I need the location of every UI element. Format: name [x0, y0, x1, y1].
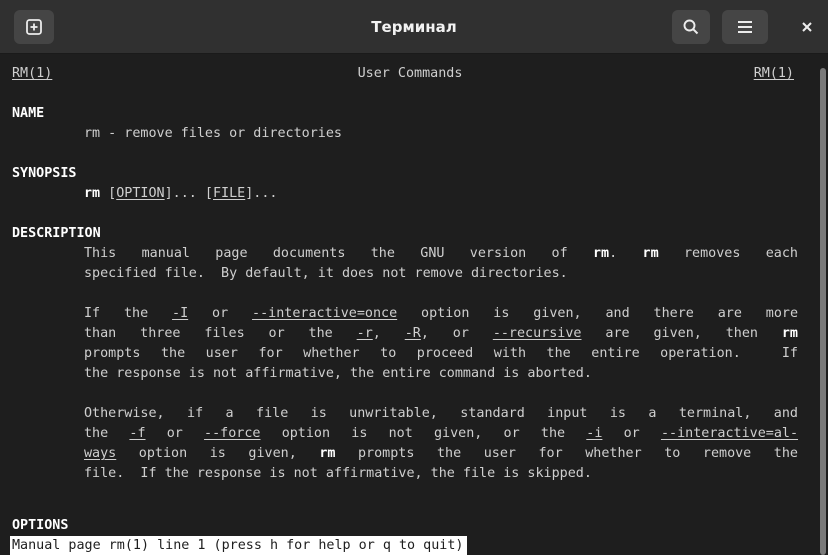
- terminal-window: Терминал RM(1) User Commands RM(1) NAME: [0, 0, 828, 555]
- description-line: Otherwise, if a file is unwritable, stan…: [84, 406, 798, 421]
- description-line: This manual page documents the GNU versi…: [84, 246, 798, 261]
- synopsis-file: FILE: [213, 186, 246, 201]
- close-button[interactable]: [790, 10, 824, 44]
- synopsis-cmd: rm: [84, 186, 101, 201]
- synopsis-line: rm [OPTION]... [FILE]...: [84, 186, 278, 201]
- header-bar: Терминал: [0, 0, 828, 54]
- description-line: file. If the response is not affirmative…: [84, 466, 592, 481]
- section-description-heading: DESCRIPTION: [12, 226, 101, 241]
- description-line: the response is not affirmative, the ent…: [84, 366, 592, 381]
- scrollbar[interactable]: [814, 60, 828, 555]
- close-icon: [802, 22, 812, 32]
- description-line: specified file. By default, it does not …: [84, 266, 568, 281]
- man-header-center: User Commands: [357, 66, 463, 81]
- description-line: If the -I or --interactive=once option i…: [84, 306, 799, 321]
- search-button[interactable]: [672, 10, 710, 44]
- new-tab-icon: [26, 19, 42, 35]
- man-header-right: RM(1): [754, 64, 794, 84]
- description-line: than three files or the -r, -R, or --rec…: [84, 326, 798, 341]
- man-header-right-text: RM(1): [753, 66, 794, 81]
- name-line: rm - remove files or directories: [84, 126, 342, 141]
- section-options-heading: OPTIONS: [12, 518, 69, 533]
- terminal-content[interactable]: RM(1) User Commands RM(1) NAME rm - remo…: [10, 56, 808, 555]
- pager-status-line: Manual page rm(1) line 1 (press h for he…: [10, 536, 468, 555]
- section-synopsis-heading: SYNOPSIS: [12, 166, 77, 181]
- hamburger-menu-icon: [738, 21, 752, 33]
- scrollbar-thumb[interactable]: [820, 68, 826, 555]
- new-tab-button[interactable]: [14, 10, 54, 44]
- description-line: ways option is given, rm prompts the use…: [84, 446, 798, 461]
- section-name-heading: NAME: [12, 106, 45, 121]
- synopsis-option: OPTION: [116, 186, 165, 201]
- menu-button[interactable]: [722, 10, 768, 44]
- description-line: prompts the user for whether to proceed …: [84, 346, 798, 361]
- search-icon: [683, 19, 699, 35]
- description-line: the -f or --force option is not given, o…: [84, 426, 799, 441]
